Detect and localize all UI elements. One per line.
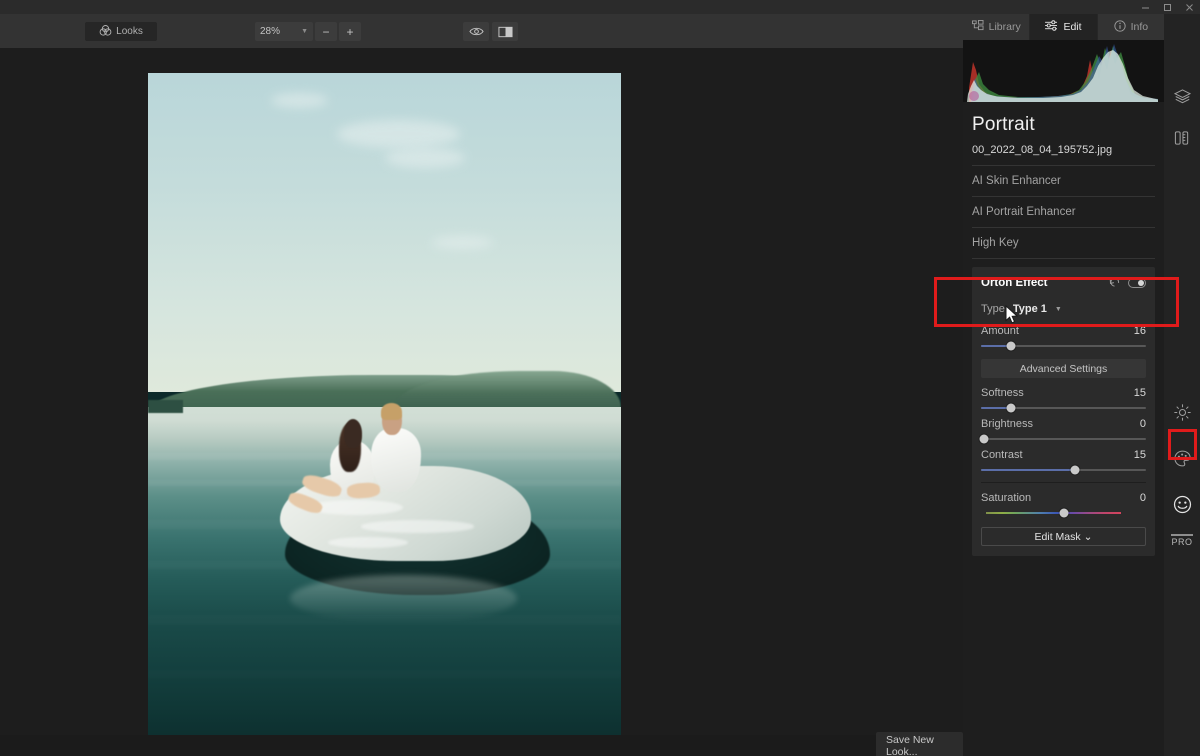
orton-effect-card: Orton Effect Type Type 1 ▼ Amount 16 Adv… bbox=[972, 267, 1155, 556]
slider-amount-track[interactable] bbox=[981, 341, 1146, 351]
slider-softness-track[interactable] bbox=[981, 403, 1146, 413]
portrait-face-icon[interactable] bbox=[1164, 484, 1200, 524]
slider-brightness[interactable]: Brightness 0 bbox=[979, 418, 1146, 444]
brightness-icon[interactable] bbox=[1164, 392, 1200, 432]
photo-reflection bbox=[289, 574, 517, 623]
orton-effect-title: Orton Effect bbox=[981, 277, 1048, 289]
slider-contrast-value: 15 bbox=[1133, 449, 1146, 461]
chevron-down-icon: ▼ bbox=[301, 28, 308, 35]
photo-person-man-torso bbox=[371, 428, 422, 492]
orton-effect-actions bbox=[1109, 274, 1146, 292]
sliders-icon bbox=[1045, 20, 1058, 34]
slider-contrast-track[interactable] bbox=[981, 465, 1146, 475]
edit-mask-label: Edit Mask bbox=[1034, 530, 1081, 543]
layers-icon[interactable] bbox=[1164, 76, 1200, 116]
page-title: Portrait bbox=[972, 114, 1035, 135]
edit-mask-button[interactable]: Edit Mask ⌄ bbox=[981, 527, 1146, 546]
tab-edit[interactable]: Edit bbox=[1030, 14, 1098, 40]
filter-row-ai-portrait-enhancer[interactable]: AI Portrait Enhancer bbox=[972, 197, 1155, 228]
tab-info[interactable]: Info bbox=[1097, 14, 1164, 40]
mouse-cursor bbox=[1005, 304, 1019, 330]
slider-brightness-handle[interactable] bbox=[979, 434, 989, 444]
looks-button[interactable]: Looks bbox=[85, 22, 157, 41]
slider-amount-value: 16 bbox=[1133, 325, 1146, 337]
orton-type-label: Type bbox=[981, 303, 1005, 315]
filter-row-high-key[interactable]: High Key bbox=[972, 228, 1155, 259]
view-mode-controls bbox=[463, 22, 518, 41]
slider-saturation-value: 0 bbox=[1139, 492, 1146, 504]
tab-info-label: Info bbox=[1130, 21, 1149, 33]
zoom-out-button[interactable]: − bbox=[315, 22, 337, 41]
image-canvas[interactable] bbox=[0, 48, 963, 756]
slider-softness-label: Softness bbox=[981, 387, 1024, 399]
photo-pier bbox=[148, 400, 184, 414]
tab-library[interactable]: Library bbox=[963, 14, 1031, 40]
chevron-down-icon: ⌄ bbox=[1083, 530, 1093, 543]
chevron-down-icon: ▼ bbox=[1054, 305, 1062, 313]
zoom-level-value: 28% bbox=[260, 26, 281, 37]
bottom-bar: Save New Look... bbox=[0, 731, 963, 756]
filter-row-ai-skin-enhancer[interactable]: AI Skin Enhancer bbox=[972, 166, 1155, 197]
maximize-icon[interactable] bbox=[1156, 0, 1178, 14]
zoom-controls: 28% ▼ − + bbox=[255, 22, 361, 41]
library-icon bbox=[971, 20, 984, 34]
zoom-level-select[interactable]: 28% ▼ bbox=[255, 22, 313, 41]
info-icon bbox=[1113, 19, 1126, 35]
slider-softness[interactable]: Softness 15 bbox=[981, 387, 1146, 413]
close-icon[interactable] bbox=[1178, 0, 1200, 14]
slider-softness-value: 15 bbox=[1133, 387, 1146, 399]
slider-saturation-label: Saturation bbox=[981, 492, 1032, 504]
title-bar bbox=[0, 0, 1200, 14]
tab-edit-label: Edit bbox=[1063, 21, 1082, 33]
slider-saturation-track[interactable] bbox=[981, 508, 1146, 518]
slider-contrast-handle[interactable] bbox=[1070, 465, 1080, 475]
pro-badge: PRO bbox=[1171, 534, 1193, 547]
slider-contrast[interactable]: Contrast 15 bbox=[981, 449, 1146, 475]
color-palette-icon[interactable] bbox=[1164, 438, 1200, 478]
panel-body: Portrait 00_2022_08_04_195752.jpg AI Ski… bbox=[963, 114, 1164, 556]
panel-tabs: Library Edit Info bbox=[963, 14, 1164, 40]
slider-saturation[interactable]: Saturation 0 bbox=[981, 492, 1146, 518]
zoom-in-button[interactable]: + bbox=[339, 22, 361, 41]
slider-brightness-label: Brightness bbox=[981, 418, 1033, 430]
reset-icon[interactable] bbox=[1109, 274, 1120, 292]
slider-amount-handle[interactable] bbox=[1006, 341, 1016, 351]
advanced-settings-button[interactable]: Advanced Settings bbox=[981, 359, 1146, 378]
tool-rail: PRO bbox=[1164, 14, 1200, 756]
tab-library-label: Library bbox=[988, 21, 1021, 33]
photo-person-woman-head bbox=[343, 418, 363, 448]
before-after-icon[interactable] bbox=[492, 22, 518, 41]
slider-contrast-label: Contrast bbox=[981, 449, 1023, 461]
looks-button-label: Looks bbox=[116, 26, 143, 37]
section-divider bbox=[981, 482, 1146, 483]
slider-brightness-track[interactable] bbox=[979, 434, 1146, 444]
toggle-on-icon[interactable] bbox=[1128, 278, 1146, 288]
photo-editor-app: Looks 28% ▼ − + Save New Look... Library… bbox=[0, 0, 1200, 756]
slider-softness-handle[interactable] bbox=[1006, 403, 1016, 413]
rgb-histogram bbox=[963, 40, 1164, 102]
orton-effect-header: Orton Effect bbox=[981, 275, 1146, 291]
slider-brightness-value: 0 bbox=[1139, 418, 1146, 430]
edited-photo[interactable] bbox=[148, 73, 621, 751]
photo-filename: 00_2022_08_04_195752.jpg bbox=[972, 144, 1155, 166]
venn-circles-icon bbox=[99, 24, 112, 40]
slider-saturation-handle[interactable] bbox=[1059, 508, 1068, 518]
photo-person-man-hair bbox=[381, 402, 403, 421]
eye-icon[interactable] bbox=[463, 22, 489, 41]
save-new-look-button[interactable]: Save New Look... bbox=[876, 731, 963, 756]
right-panel: Library Edit Info Portrait 00_2022_08_04… bbox=[963, 14, 1164, 756]
crop-tools-icon[interactable] bbox=[1164, 118, 1200, 158]
minimize-icon[interactable] bbox=[1134, 0, 1156, 14]
